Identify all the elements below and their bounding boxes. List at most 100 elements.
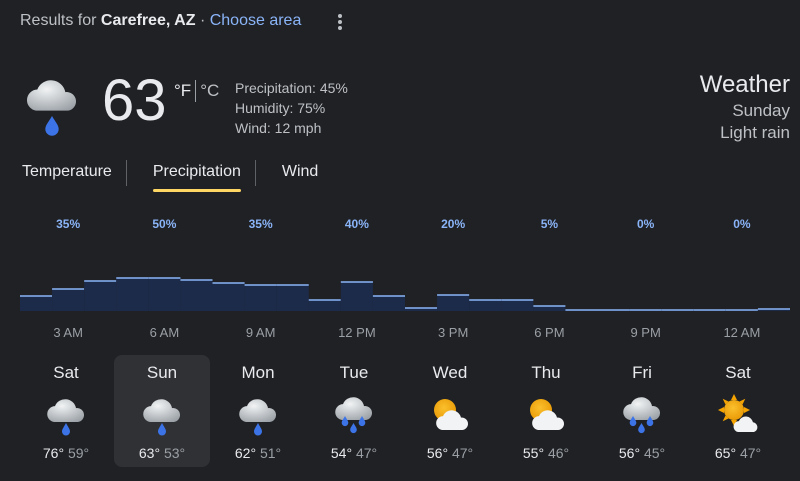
time-axis-label: 12 AM [723,325,760,340]
precipitation-bar [244,285,277,311]
day-forecast-fri[interactable]: Fri 56° 45° [594,355,690,467]
low-temp: 46° [547,445,570,461]
precipitation-text: Precipitation: 45% [235,80,348,96]
high-temp: 76° [42,445,65,461]
precipitation-bar [308,300,341,311]
mostly-sunny-icon [714,390,762,438]
rain-cloud-icon [138,390,186,438]
humidity-text: Humidity: 75% [235,100,326,116]
high-temp: 54° [330,445,353,461]
day-name: Sun [146,363,178,382]
tab-divider [125,160,127,186]
precipitation-percent-label: 35% [56,217,80,231]
precipitation-bar [116,278,149,311]
tab-temperature[interactable]: Temperature [22,158,112,194]
day-name: Tue [339,363,369,382]
chart-tabs: Temperature Precipitation Wind [0,158,318,194]
day-forecast-sat[interactable]: Sat 76° 59° [18,355,114,467]
heavy-rain-cloud-icon [330,390,378,438]
day-temps: 76° 59° [43,445,89,461]
time-axis-label: 9 AM [246,325,276,340]
day-forecast-thu[interactable]: Thu 55° 46° [498,355,594,467]
results-header: Results for Carefree, AZ · Choose area [20,12,301,30]
high-temp: 65° [714,445,737,461]
day-name: Sat [725,363,751,382]
day-name: Sat [53,363,79,382]
weather-summary: Weather Sunday Light rain [700,70,790,144]
more-options-icon[interactable] [334,12,346,32]
day-forecast-wed[interactable]: Wed 56° 47° [402,355,498,467]
low-temp: 47° [355,445,378,461]
precipitation-bar [52,289,85,311]
tab-divider [254,160,256,186]
day-temps: 56° 47° [427,445,473,461]
tab-precipitation[interactable]: Precipitation [152,158,241,194]
separator-dot: · [199,12,206,29]
partly-cloudy-icon [522,390,570,438]
day-forecast-sun[interactable]: Sun 63° 53° [114,355,210,467]
celsius-button[interactable]: °C [200,81,219,101]
precipitation-percent-label: 20% [441,217,465,231]
precipitation-percent-label: 0% [637,217,655,231]
low-temp: 47° [451,445,474,461]
daily-forecast: Sat 76° 59° Sun 63° 53° Mon 62° 51° Tue 54° 47°… [18,355,786,467]
precipitation-bar [84,281,117,311]
fahrenheit-button[interactable]: °F [174,81,191,101]
high-temp: 62° [234,445,257,461]
choose-area-link[interactable]: Choose area [210,12,302,29]
results-prefix: Results for [20,12,97,29]
unit-toggle: °F °C [174,80,219,102]
low-temp: 45° [643,445,666,461]
time-axis-label: 3 AM [53,325,83,340]
time-axis-label: 3 PM [438,325,468,340]
high-temp: 55° [522,445,545,461]
day-name: Fri [632,363,652,382]
day-forecast-tue[interactable]: Tue 54° 47° [306,355,402,467]
high-temp: 56° [426,445,449,461]
precipitation-percent-label: 50% [152,217,176,231]
time-axis-label: 6 PM [534,325,564,340]
wind-text: Wind: 12 mph [235,120,322,136]
day-forecast-mon[interactable]: Mon 62° 51° [210,355,306,467]
rain-cloud-icon [234,390,282,438]
time-axis-label: 6 AM [150,325,180,340]
day-temps: 62° 51° [235,445,281,461]
day-temps: 55° 46° [523,445,569,461]
day-temps: 65° 47° [715,445,761,461]
precipitation-bar [372,296,405,311]
low-temp: 51° [259,445,282,461]
precipitation-percent-label: 35% [249,217,273,231]
day-temps: 56° 45° [619,445,665,461]
time-axis-label: 12 PM [338,325,376,340]
current-details: Precipitation: 45% Humidity: 75% Wind: 1… [235,78,348,138]
precipitation-bar [340,282,373,311]
day-temps: 63° 53° [139,445,185,461]
day-name: Mon [241,363,275,382]
location-name: Carefree, AZ [100,12,196,29]
current-temperature: 63 [102,68,167,133]
high-temp: 56° [618,445,641,461]
partly-cloudy-icon [426,390,474,438]
precipitation-percent-label: 0% [733,217,751,231]
current-condition: Light rain [720,123,790,142]
low-temp: 53° [163,445,186,461]
precipitation-bar [180,280,213,311]
day-forecast-sat[interactable]: Sat 65° 47° [690,355,786,467]
current-day: Sunday [732,101,790,120]
unit-divider [195,80,197,102]
day-temps: 54° 47° [331,445,377,461]
precipitation-bar [501,300,534,311]
low-temp: 59° [67,445,90,461]
tab-wind[interactable]: Wind [282,158,318,194]
rain-cloud-icon [26,80,77,136]
day-name: Thu [531,363,561,382]
precipitation-percent-label: 40% [345,217,369,231]
precipitation-bar [469,300,502,311]
rain-cloud-icon [42,390,90,438]
day-name: Wed [432,363,468,382]
precipitation-chart: 35% 50% 35% 40% 20% 5% 0% 0% 3 AM 6 AM 9 AM 12 PM 3 … [20,217,790,340]
heavy-rain-cloud-icon [618,390,666,438]
precipitation-bar [20,296,53,311]
low-temp: 47° [739,445,762,461]
precipitation-bar [437,295,470,311]
